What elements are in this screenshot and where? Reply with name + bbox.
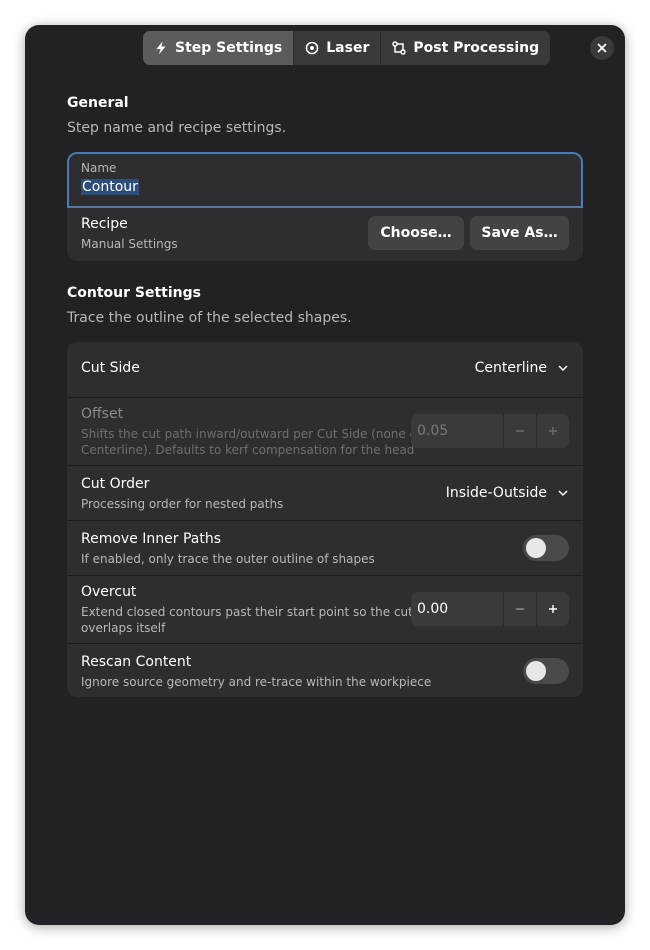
offset-increment-button[interactable] [536, 414, 569, 448]
plus-icon [549, 605, 557, 613]
cut-side-row: Cut Side Centerline [67, 342, 583, 397]
overcut-decrement-button[interactable] [503, 592, 536, 626]
offset-title: Offset [81, 406, 124, 422]
offset-value[interactable]: 0.05 [411, 414, 503, 448]
tab-step-settings[interactable]: Step Settings [143, 31, 295, 65]
cut-order-row: Cut Order Processing order for nested pa… [67, 465, 583, 520]
chevron-down-icon [558, 365, 568, 372]
general-title: General [67, 95, 129, 111]
cut-order-value: Inside-Outside [445, 485, 547, 501]
name-field[interactable]: Name Contour [67, 152, 583, 208]
overcut-spinbutton[interactable]: 0.00 [411, 592, 569, 626]
rescan-desc: Ignore source geometry and re-trace with… [81, 675, 432, 689]
contour-title: Contour Settings [67, 285, 201, 301]
choose-button[interactable]: Choose… [368, 216, 464, 250]
overcut-title: Overcut [81, 584, 137, 600]
switch-knob [526, 538, 546, 558]
remove-inner-title: Remove Inner Paths [81, 531, 222, 547]
rescan-row: Rescan Content Ignore source geometry an… [67, 643, 583, 697]
cut-order-title: Cut Order [81, 476, 150, 492]
contour-subtitle: Trace the outline of the selected shapes… [67, 310, 352, 326]
overcut-row: Overcut Extend closed contours past thei… [67, 575, 583, 643]
overcut-desc-line2: overlaps itself [81, 621, 166, 635]
tab-bar: Step Settings Laser Post Processing [143, 31, 551, 65]
tab-label: Laser [326, 40, 370, 56]
remove-inner-row: Remove Inner Paths If enabled, only trac… [67, 520, 583, 575]
offset-desc-line1: Shifts the cut path inward/outward per C… [81, 427, 425, 441]
offset-desc-line2: Centerline). Defaults to kerf compensati… [81, 443, 415, 457]
close-icon [597, 43, 607, 53]
cut-side-title: Cut Side [81, 360, 140, 376]
tab-label: Step Settings [175, 40, 283, 56]
remove-inner-desc: If enabled, only trace the outer outline… [81, 552, 375, 566]
cut-side-dropdown[interactable]: Centerline [475, 360, 569, 376]
overcut-value[interactable]: 0.00 [411, 592, 503, 626]
name-input[interactable]: Contour [81, 179, 139, 195]
recipe-value: Manual Settings [81, 237, 178, 251]
flow-icon [392, 41, 407, 55]
recipe-row: Recipe Manual Settings Choose… Save As… [67, 208, 583, 261]
plus-icon [549, 427, 557, 435]
minus-icon [516, 430, 524, 432]
lightning-icon [156, 41, 166, 55]
cut-side-value: Centerline [474, 360, 547, 376]
offset-decrement-button[interactable] [503, 414, 536, 448]
tab-laser[interactable]: Laser [294, 31, 382, 65]
contour-card: Cut Side Centerline Offset Shifts the cu… [67, 342, 583, 697]
step-settings-dialog: Step Settings Laser Post Processing Gene… [25, 25, 625, 925]
remove-inner-switch[interactable] [523, 535, 569, 561]
close-button[interactable] [590, 36, 614, 60]
rescan-title: Rescan Content [81, 654, 192, 670]
offset-row: Offset Shifts the cut path inward/outwar… [67, 397, 583, 465]
save-as-button[interactable]: Save As… [470, 216, 569, 250]
minus-icon [516, 608, 524, 610]
general-subtitle: Step name and recipe settings. [67, 120, 287, 136]
rescan-switch[interactable] [523, 658, 569, 684]
cut-order-desc: Processing order for nested paths [81, 497, 284, 511]
general-card: Name Contour Recipe Manual Settings Choo… [67, 152, 583, 261]
overcut-desc-line1: Extend closed contours past their start … [81, 605, 413, 619]
name-label: Name [81, 161, 117, 175]
tab-label: Post Processing [413, 40, 540, 56]
offset-spinbutton[interactable]: 0.05 [411, 414, 569, 448]
target-icon [305, 41, 319, 55]
overcut-increment-button[interactable] [536, 592, 569, 626]
switch-knob [526, 661, 546, 681]
recipe-title: Recipe [81, 216, 128, 232]
tab-post-processing[interactable]: Post Processing [381, 31, 550, 65]
cut-order-dropdown[interactable]: Inside-Outside [446, 485, 569, 501]
chevron-down-icon [558, 490, 568, 497]
